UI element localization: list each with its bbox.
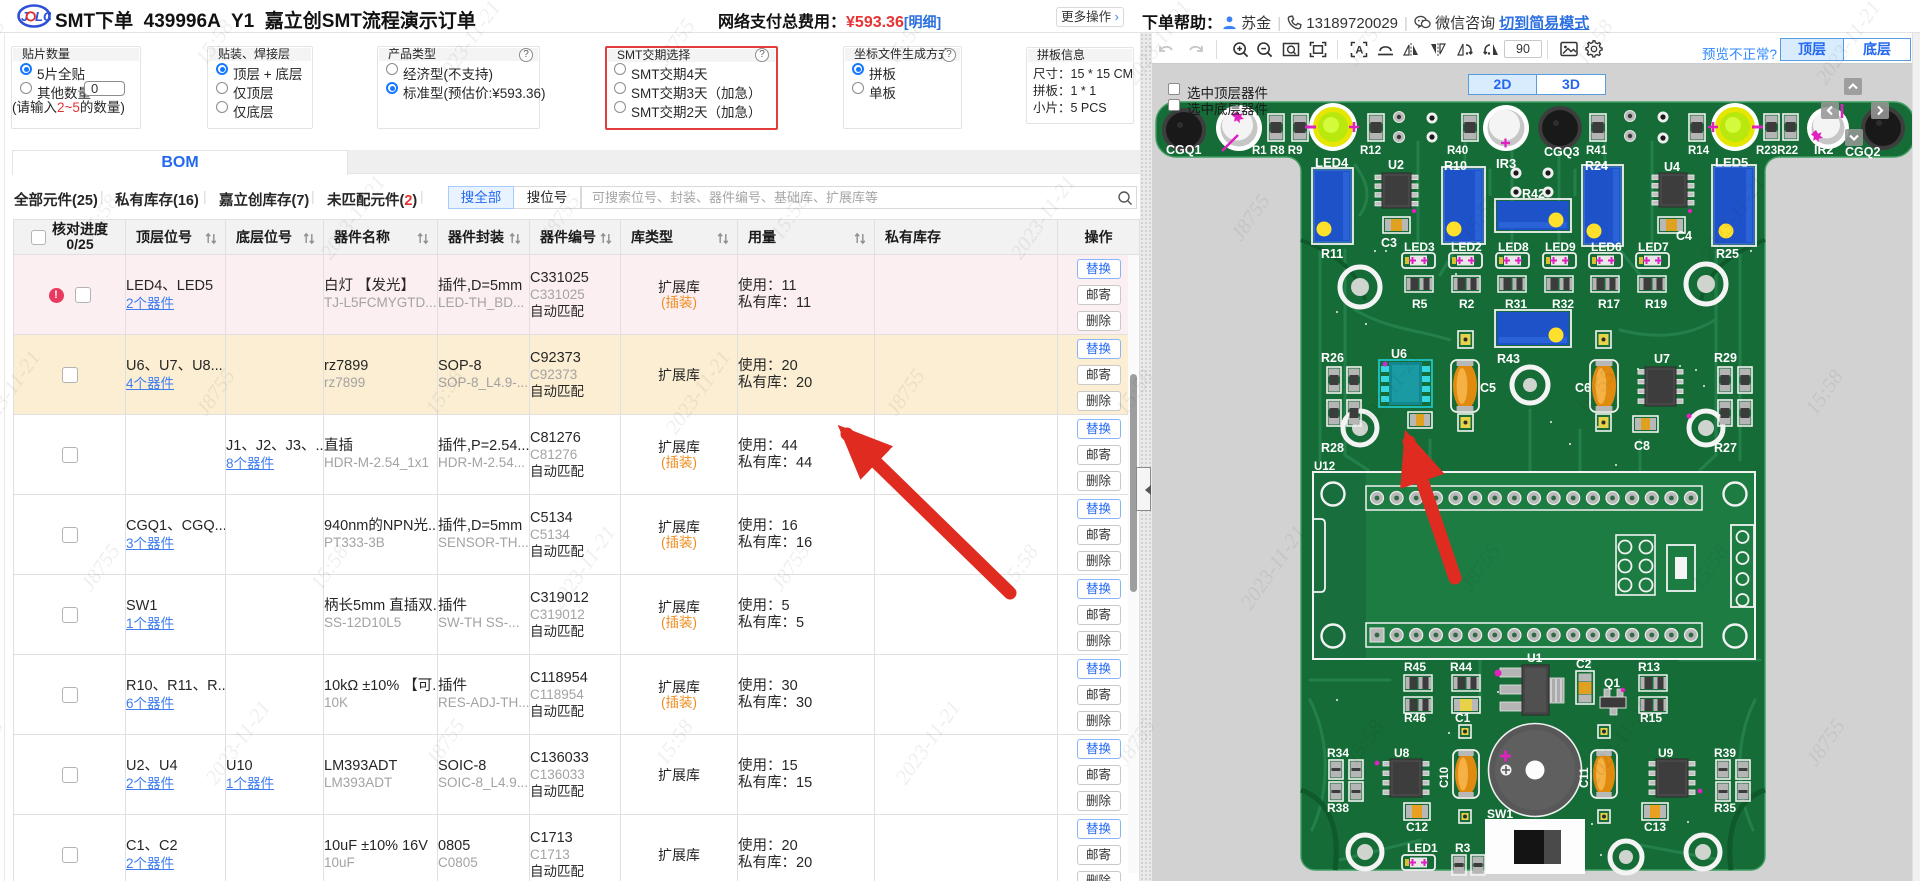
svg-text:R39: R39 bbox=[1714, 746, 1736, 760]
svg-text:R40: R40 bbox=[1447, 145, 1468, 157]
svg-text:R27: R27 bbox=[1714, 441, 1737, 455]
svg-text:R14: R14 bbox=[1688, 145, 1710, 157]
svg-text:R19: R19 bbox=[1645, 297, 1667, 311]
svg-text:R44: R44 bbox=[1450, 660, 1472, 674]
svg-text:R23R22: R23R22 bbox=[1756, 145, 1798, 157]
svg-text:SW1: SW1 bbox=[1487, 807, 1513, 821]
svg-text:R35: R35 bbox=[1714, 801, 1736, 815]
svg-text:R25: R25 bbox=[1716, 247, 1739, 261]
svg-text:R41: R41 bbox=[1586, 145, 1608, 157]
svg-text:R1 R8 R9: R1 R8 R9 bbox=[1252, 145, 1303, 157]
svg-text:R10: R10 bbox=[1444, 159, 1467, 173]
svg-text:C12: C12 bbox=[1406, 820, 1428, 834]
svg-text:U7: U7 bbox=[1654, 352, 1670, 366]
svg-text:R43: R43 bbox=[1497, 352, 1520, 366]
svg-text:C1: C1 bbox=[1455, 711, 1471, 725]
svg-text:C10: C10 bbox=[1439, 767, 1451, 788]
svg-text:C8: C8 bbox=[1634, 439, 1650, 453]
svg-text:LED1: LED1 bbox=[1407, 841, 1438, 855]
svg-text:Q1: Q1 bbox=[1604, 676, 1620, 690]
svg-text:LC: LC bbox=[35, 9, 51, 24]
svg-text:LED3: LED3 bbox=[1404, 240, 1435, 254]
svg-text:R28: R28 bbox=[1321, 441, 1344, 455]
svg-text:C4: C4 bbox=[1676, 229, 1692, 243]
svg-text:C11: C11 bbox=[1579, 767, 1591, 788]
svg-text:U1: U1 bbox=[1527, 651, 1543, 665]
svg-text:IR2: IR2 bbox=[1814, 143, 1834, 157]
svg-text:C2: C2 bbox=[1576, 657, 1592, 671]
svg-text:C13: C13 bbox=[1644, 820, 1666, 834]
svg-text:LED7: LED7 bbox=[1638, 240, 1669, 254]
svg-text:CGQ3: CGQ3 bbox=[1544, 145, 1579, 159]
svg-text:A: A bbox=[1355, 45, 1363, 57]
svg-text:R42: R42 bbox=[1522, 187, 1545, 201]
svg-text:CGQ2: CGQ2 bbox=[1845, 145, 1880, 159]
svg-text:LED2: LED2 bbox=[1451, 240, 1482, 254]
svg-text:C3: C3 bbox=[1381, 236, 1397, 250]
svg-text:R3: R3 bbox=[1455, 841, 1471, 855]
svg-text:U4: U4 bbox=[1664, 160, 1680, 174]
svg-text:R31: R31 bbox=[1505, 297, 1527, 311]
svg-text:R32: R32 bbox=[1552, 297, 1574, 311]
svg-text:R46: R46 bbox=[1404, 711, 1426, 725]
svg-text:C6: C6 bbox=[1575, 381, 1591, 395]
svg-text:R13: R13 bbox=[1638, 660, 1660, 674]
svg-text:R34: R34 bbox=[1327, 746, 1349, 760]
svg-text:R12: R12 bbox=[1360, 145, 1381, 157]
svg-text:LED8: LED8 bbox=[1498, 240, 1529, 254]
svg-text:U8: U8 bbox=[1394, 746, 1410, 760]
svg-text:CGQ1: CGQ1 bbox=[1166, 143, 1201, 157]
svg-text:U6: U6 bbox=[1391, 347, 1407, 361]
svg-text:R2: R2 bbox=[1459, 297, 1475, 311]
svg-text:R17: R17 bbox=[1598, 297, 1620, 311]
svg-text:R11: R11 bbox=[1321, 247, 1343, 261]
svg-text:R24: R24 bbox=[1585, 159, 1608, 173]
svg-text:LED9: LED9 bbox=[1545, 240, 1576, 254]
svg-text:C5: C5 bbox=[1480, 381, 1496, 395]
svg-text:R5: R5 bbox=[1412, 297, 1428, 311]
svg-text:LED6: LED6 bbox=[1591, 240, 1622, 254]
svg-text:R15: R15 bbox=[1640, 711, 1662, 725]
svg-text:R29: R29 bbox=[1714, 351, 1737, 365]
svg-text:U12: U12 bbox=[1314, 461, 1335, 473]
svg-text:U2: U2 bbox=[1388, 158, 1404, 172]
svg-text:R45: R45 bbox=[1404, 660, 1426, 674]
svg-text:J: J bbox=[21, 9, 29, 24]
svg-text:R26: R26 bbox=[1321, 351, 1344, 365]
svg-text:U9: U9 bbox=[1658, 746, 1674, 760]
svg-text:R38: R38 bbox=[1327, 801, 1349, 815]
